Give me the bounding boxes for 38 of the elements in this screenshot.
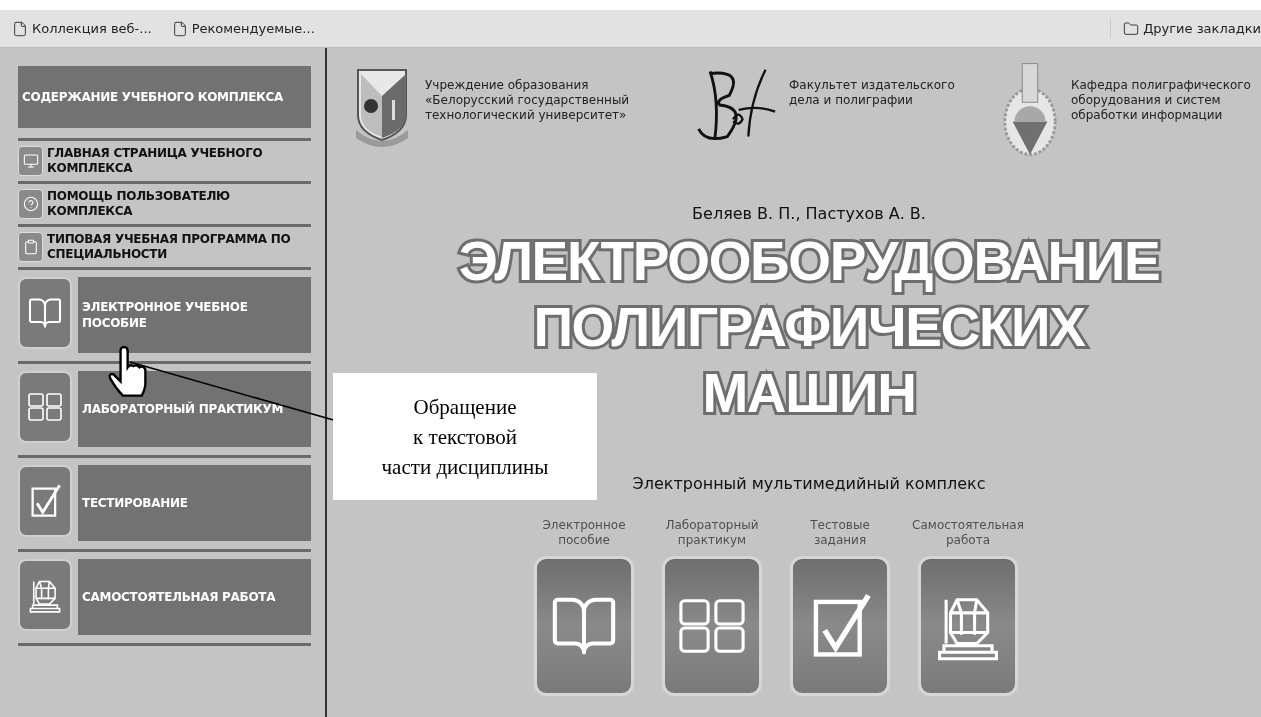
menu-link[interactable]: ТИПОВАЯ УЧЕБНАЯ ПРОГРАММА ПО СПЕЦИАЛЬНОСТИ bbox=[47, 232, 297, 262]
bookmark-link[interactable]: Рекомендуемые... bbox=[171, 18, 315, 39]
title-line: ПОЛИГРАФИЧЕСКИХ bbox=[533, 295, 1085, 360]
menu-button[interactable]: ТЕСТИРОВАНИЕ bbox=[78, 465, 311, 541]
section-tile[interactable] bbox=[534, 556, 634, 696]
page-icon bbox=[12, 20, 28, 37]
section-tile[interactable] bbox=[790, 556, 890, 696]
section-tile[interactable] bbox=[918, 556, 1018, 696]
title-line: ЭЛЕКТРООБОРУДОВАНИЕ bbox=[458, 229, 1160, 294]
title-line: МАШИН bbox=[702, 361, 916, 426]
sidebar-header[interactable]: СОДЕРЖАНИЕ УЧЕБНОГО КОМПЛЕКСА bbox=[18, 66, 311, 128]
bookmark-folder[interactable]: Другие закладки bbox=[1110, 18, 1261, 39]
section-tile[interactable] bbox=[662, 556, 762, 696]
tile-label: Самостоятельная работа bbox=[912, 518, 1024, 549]
page-icon bbox=[171, 20, 188, 37]
tile-label: Электронное пособие bbox=[541, 518, 627, 549]
menu-tile[interactable] bbox=[18, 465, 72, 537]
bookmark-link[interactable]: Коллекция веб-... bbox=[12, 18, 152, 39]
folder-icon bbox=[1123, 20, 1140, 37]
menu-icon bbox=[18, 189, 43, 219]
menu-icon bbox=[18, 146, 43, 176]
menu-tile[interactable] bbox=[18, 277, 72, 349]
menu-link[interactable]: ПОМОЩЬ ПОЛЬЗОВАТЕЛЮ КОМПЛЕКСА bbox=[47, 189, 297, 219]
menu-button[interactable]: ЭЛЕКТРОННОЕ УЧЕБНОЕ ПОСОБИЕ bbox=[78, 277, 311, 353]
tile-label: Лабораторный практикум bbox=[664, 518, 760, 549]
menu-button[interactable]: ЛАБОРАТОРНЫЙ ПРАКТИКУМ bbox=[78, 371, 311, 447]
menu-icon bbox=[18, 232, 43, 262]
menu-tile[interactable] bbox=[18, 371, 72, 443]
menu-tile[interactable] bbox=[18, 559, 72, 631]
authors-text: Беляев В. П., Пастухов А. В. bbox=[692, 203, 926, 225]
institution-text: Учреждение образования «Белорусский государственный технологический университет» bbox=[425, 78, 631, 123]
menu-link[interactable]: ГЛАВНАЯ СТРАНИЦА УЧЕБНОГО КОМПЛЕКСА bbox=[47, 146, 297, 176]
callout-text: Обращение к текстовой части дисциплины bbox=[333, 373, 597, 500]
tile-label: Тестовые задания bbox=[809, 518, 871, 549]
subtitle-text: Электронный мультимедийный комплекс bbox=[632, 473, 986, 495]
institution-text: Факультет издательского дела и полиграфии bbox=[789, 78, 956, 108]
menu-button[interactable]: САМОСТОЯТЕЛЬНАЯ РАБОТА bbox=[78, 559, 311, 635]
institution-text: Кафедра полиграфического оборудования и систем обработки информации bbox=[1071, 78, 1252, 123]
